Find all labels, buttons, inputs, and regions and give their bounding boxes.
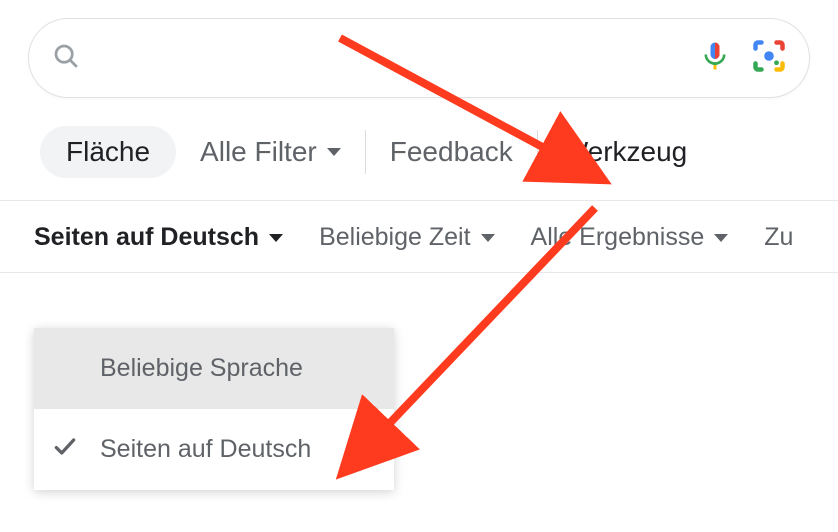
search-toolbar: Fläche Alle Filter Feedback Werkzeug: [0, 98, 838, 201]
chevron-down-icon: [481, 234, 495, 242]
toolbar-divider: [365, 130, 366, 174]
language-filter-label: Seiten auf Deutsch: [34, 223, 259, 252]
all-filters-button[interactable]: Alle Filter: [200, 136, 341, 168]
mic-icon[interactable]: [697, 38, 733, 79]
language-filter-button[interactable]: Seiten auf Deutsch: [34, 223, 283, 252]
chevron-down-icon: [269, 234, 283, 242]
tools-button[interactable]: Werkzeug: [562, 136, 688, 168]
time-filter-button[interactable]: Beliebige Zeit: [319, 223, 494, 252]
tools-subbar: Seiten auf Deutsch Beliebige Zeit Alle E…: [0, 201, 838, 273]
search-input[interactable]: [95, 19, 665, 97]
language-dropdown: Beliebige Sprache Seiten auf Deutsch: [34, 328, 394, 490]
results-filter-label: Alle Ergebnisse: [531, 223, 705, 252]
reset-button[interactable]: Zu: [764, 223, 793, 252]
chevron-down-icon: [327, 148, 341, 156]
search-bar[interactable]: [28, 18, 810, 98]
reset-label: Zu: [764, 223, 793, 252]
chevron-down-icon: [714, 234, 728, 242]
tools-label: Werkzeug: [562, 136, 688, 168]
dropdown-item-german-pages[interactable]: Seiten auf Deutsch: [34, 409, 394, 490]
all-filters-label: Alle Filter: [200, 136, 317, 168]
tab-area[interactable]: Fläche: [40, 126, 176, 178]
dropdown-item-label: Seiten auf Deutsch: [100, 435, 311, 463]
results-filter-button[interactable]: Alle Ergebnisse: [531, 223, 729, 252]
time-filter-label: Beliebige Zeit: [319, 223, 470, 252]
feedback-label: Feedback: [390, 136, 513, 168]
dropdown-item-any-language[interactable]: Beliebige Sprache: [34, 328, 394, 409]
lens-icon[interactable]: [751, 38, 787, 79]
toolbar-divider: [537, 130, 538, 174]
check-icon: [52, 433, 78, 466]
feedback-button[interactable]: Feedback: [390, 136, 513, 168]
dropdown-item-label: Beliebige Sprache: [100, 354, 303, 382]
search-icon: [51, 41, 81, 76]
